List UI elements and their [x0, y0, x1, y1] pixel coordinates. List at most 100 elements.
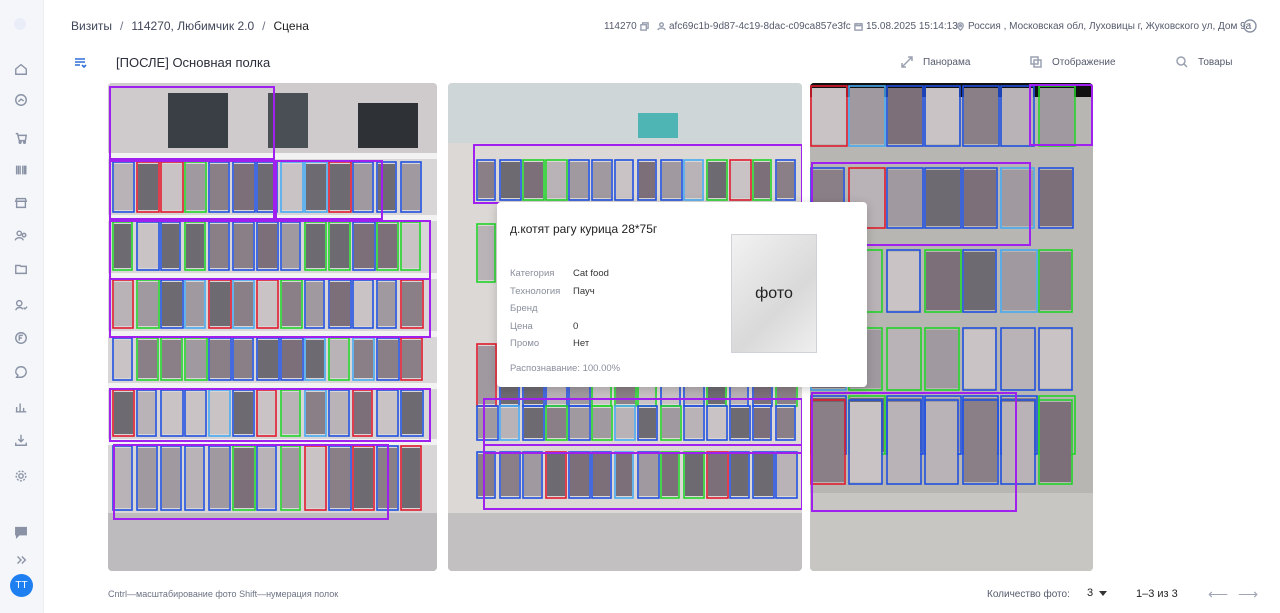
chart-icon[interactable] [12, 398, 30, 416]
breadcrumb-visits[interactable]: Визиты [71, 19, 112, 33]
product-pack [330, 224, 349, 268]
messages-icon[interactable] [12, 523, 30, 541]
product-pack [1040, 330, 1071, 388]
display-label: Отображение [1052, 56, 1116, 68]
product-pack [162, 164, 182, 210]
product-pack [282, 392, 299, 434]
product-pack [524, 408, 543, 438]
category-label: Категория [510, 268, 555, 279]
product-pack [708, 408, 726, 438]
analytics-icon[interactable] [12, 91, 30, 109]
product-pack [547, 454, 565, 496]
product-pack [378, 224, 397, 268]
product-pack [547, 408, 566, 438]
products-button[interactable]: Товары [1176, 56, 1232, 68]
price-row: Цена 0 [510, 321, 578, 332]
shelf-photo-1-image [108, 83, 437, 571]
product-pack [354, 282, 372, 326]
recognition-score: Распознавание: 100.00% [510, 363, 621, 374]
copy-icon[interactable] [639, 22, 649, 31]
promo-label: Промо [510, 338, 540, 349]
product-pack [210, 448, 229, 508]
category-value: Cat food [573, 268, 609, 279]
product-pack [210, 392, 229, 434]
product-pack [850, 88, 884, 144]
product-pack [402, 164, 420, 210]
technology-row: Технология Пауч [510, 286, 595, 297]
datetime: 15.08.2025 15:14:13 [854, 21, 958, 32]
product-pack [926, 88, 959, 144]
product-pack [616, 408, 634, 438]
pagination-info: 1–3 из 3 [1136, 588, 1178, 600]
price-value: 0 [573, 321, 579, 332]
product-pack [501, 408, 518, 438]
product-pack [731, 454, 748, 496]
document-icon[interactable] [12, 329, 30, 347]
tasks-icon[interactable] [12, 296, 30, 314]
product-pack [777, 408, 794, 438]
uuid: afc69c1b-9d87-4c19-8dac-c09ca857e3fc [657, 21, 851, 32]
product-pack [1040, 402, 1071, 482]
product-pack [754, 454, 773, 496]
product-pack [964, 330, 995, 388]
users-icon[interactable] [12, 227, 30, 245]
scene-toggle-icon[interactable] [73, 56, 87, 70]
shelf-photo-1[interactable] [108, 83, 437, 571]
barcode-icon[interactable] [12, 161, 30, 179]
product-pack [478, 454, 494, 496]
product-pack [524, 454, 541, 496]
panorama-button[interactable]: Панорама [901, 56, 970, 68]
calendar-icon [854, 22, 863, 31]
brand-row: Бренд [510, 303, 573, 314]
product-pack [210, 224, 228, 268]
logo [14, 18, 26, 30]
product-pack [138, 282, 158, 326]
category-row: Категория Cat food [510, 268, 609, 279]
store-icon[interactable] [12, 194, 30, 212]
next-page-icon[interactable]: ⟶ [1238, 586, 1258, 603]
product-pack [888, 330, 920, 388]
folder-icon[interactable] [12, 260, 30, 278]
product-pack [1002, 170, 1033, 226]
chat-icon[interactable] [12, 363, 30, 381]
product-pack [354, 392, 371, 434]
product-pack [639, 162, 655, 198]
display-button[interactable]: Отображение [1030, 56, 1116, 68]
download-icon[interactable] [12, 431, 30, 449]
product-pack [1040, 88, 1074, 144]
product-pack [593, 408, 611, 438]
product-pack [478, 226, 494, 280]
product-pack [754, 408, 770, 438]
settings-icon[interactable] [12, 467, 30, 485]
info-icon[interactable] [1243, 19, 1257, 33]
prev-page-icon[interactable]: ⟵ [1208, 586, 1228, 603]
products-label: Товары [1198, 56, 1233, 68]
product-pack [926, 252, 960, 310]
product-pack [926, 330, 958, 388]
product-pack [731, 408, 749, 438]
product-pack [639, 454, 658, 496]
product-pack [114, 164, 133, 210]
breadcrumb-visit[interactable]: 114270, Любимчик 2.0 [131, 19, 254, 33]
product-pack [685, 162, 702, 198]
product-pack [138, 340, 157, 378]
product-pack [888, 88, 922, 144]
product-name: д.котят рагу курица 28*75г [510, 222, 658, 236]
expand-icon[interactable] [12, 551, 30, 569]
product-pack [186, 224, 204, 268]
product-pack [812, 88, 846, 144]
cart-icon[interactable] [12, 129, 30, 147]
home-icon[interactable] [12, 60, 30, 78]
product-photo: фото [731, 234, 817, 353]
product-pack [1002, 402, 1034, 482]
avatar[interactable]: TT [10, 574, 33, 597]
product-pack [685, 408, 703, 438]
product-pack [378, 164, 395, 210]
keyboard-hint: Cntrl—масштабирование фото Shift—нумерац… [108, 589, 339, 599]
photo-count-label: Количество фото: [987, 589, 1070, 600]
product-pack [662, 162, 681, 198]
photo-count-select[interactable]: 3 [1087, 587, 1108, 599]
product-pack [850, 402, 881, 482]
product-pack [162, 224, 179, 268]
scene-title: [ПОСЛЕ] Основная полка [116, 55, 271, 70]
